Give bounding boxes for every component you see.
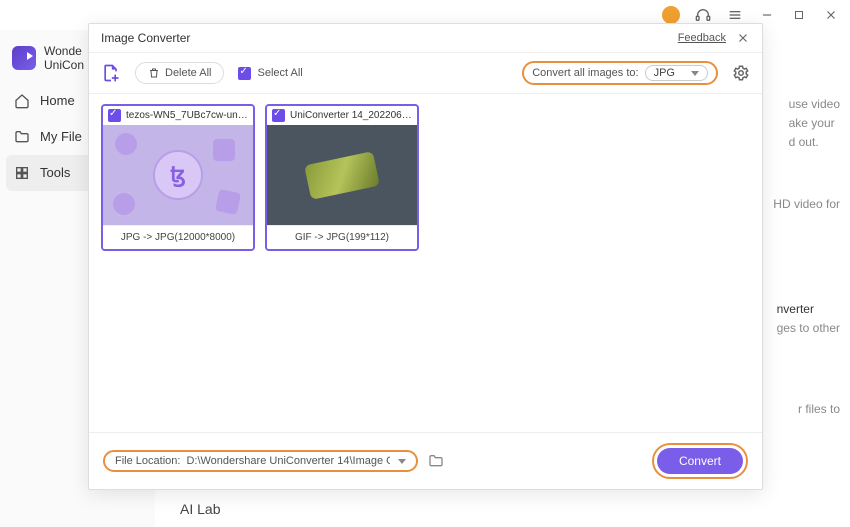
- modal-footer: File Location: D:\Wondershare UniConvert…: [89, 432, 762, 489]
- delete-all-button[interactable]: Delete All: [135, 62, 224, 84]
- tools-icon: [14, 165, 30, 181]
- maximize-icon[interactable]: [790, 6, 808, 24]
- chevron-down-icon: [691, 71, 699, 76]
- close-icon[interactable]: [736, 31, 750, 45]
- select-all-checkbox[interactable]: Select All: [238, 67, 302, 80]
- ai-lab-heading: AI Lab: [180, 501, 220, 517]
- sidebar-item-label: Home: [40, 93, 75, 108]
- brand-logo-icon: [12, 46, 36, 70]
- file-location-path: D:\Wondershare UniConverter 14\Image Out…: [186, 455, 390, 467]
- thumbnail-card[interactable]: UniConverter 14_2022062... GIF -> JPG(19…: [265, 104, 419, 251]
- minimize-icon[interactable]: [758, 6, 776, 24]
- thumbnail-preview: ꜩ: [103, 125, 253, 225]
- home-icon: [14, 93, 30, 109]
- modal-title: Image Converter: [101, 31, 190, 45]
- brand-text: Wonde UniCon: [44, 44, 84, 73]
- add-file-icon[interactable]: [101, 63, 121, 83]
- trash-icon: [148, 67, 160, 79]
- sidebar-item-label: My File: [40, 129, 82, 144]
- convert-button[interactable]: Convert: [657, 448, 743, 474]
- folder-icon: [14, 129, 30, 145]
- checkbox-icon: [238, 67, 251, 80]
- checkbox-icon[interactable]: [108, 109, 121, 122]
- convert-to-label: Convert all images to:: [532, 67, 638, 79]
- sidebar-item-label: Tools: [40, 165, 70, 180]
- avatar[interactable]: [662, 6, 680, 24]
- checkbox-icon[interactable]: [272, 109, 285, 122]
- thumbnail-footer: GIF -> JPG(199*112): [267, 225, 417, 249]
- chevron-down-icon: [398, 459, 406, 464]
- menu-icon[interactable]: [726, 6, 744, 24]
- browse-folder-icon[interactable]: [428, 453, 444, 469]
- convert-to-group: Convert all images to: JPG: [522, 61, 718, 85]
- thumbnail-filename: UniConverter 14_2022062...: [290, 110, 412, 121]
- feedback-link[interactable]: Feedback: [678, 32, 726, 44]
- thumbnail-filename: tezos-WN5_7UBc7cw-uns...: [126, 110, 248, 121]
- delete-all-label: Delete All: [165, 67, 211, 79]
- settings-icon[interactable]: [732, 64, 750, 82]
- file-location-label: File Location:: [115, 455, 180, 467]
- thumbnail-card[interactable]: tezos-WN5_7UBc7cw-uns... ꜩ JPG -> JPG(12…: [101, 104, 255, 251]
- select-all-label: Select All: [257, 67, 302, 79]
- format-select[interactable]: JPG: [645, 65, 708, 81]
- thumbnail-footer: JPG -> JPG(12000*8000): [103, 225, 253, 249]
- modal-header: Image Converter Feedback: [89, 24, 762, 53]
- brand-line2: UniCon: [44, 58, 84, 72]
- headset-icon[interactable]: [694, 6, 712, 24]
- file-location-select[interactable]: D:\Wondershare UniConverter 14\Image Out…: [186, 455, 406, 467]
- convert-button-highlight: Convert: [652, 443, 748, 479]
- format-value: JPG: [654, 67, 675, 79]
- brand-line1: Wonde: [44, 44, 84, 58]
- toolbar: Delete All Select All Convert all images…: [89, 53, 762, 94]
- thumbnail-preview: [267, 125, 417, 225]
- modal-body: tezos-WN5_7UBc7cw-uns... ꜩ JPG -> JPG(12…: [89, 94, 762, 432]
- close-icon[interactable]: [822, 6, 840, 24]
- image-converter-modal: Image Converter Feedback Delete All Sele…: [88, 23, 763, 490]
- file-location-group: File Location: D:\Wondershare UniConvert…: [103, 450, 418, 472]
